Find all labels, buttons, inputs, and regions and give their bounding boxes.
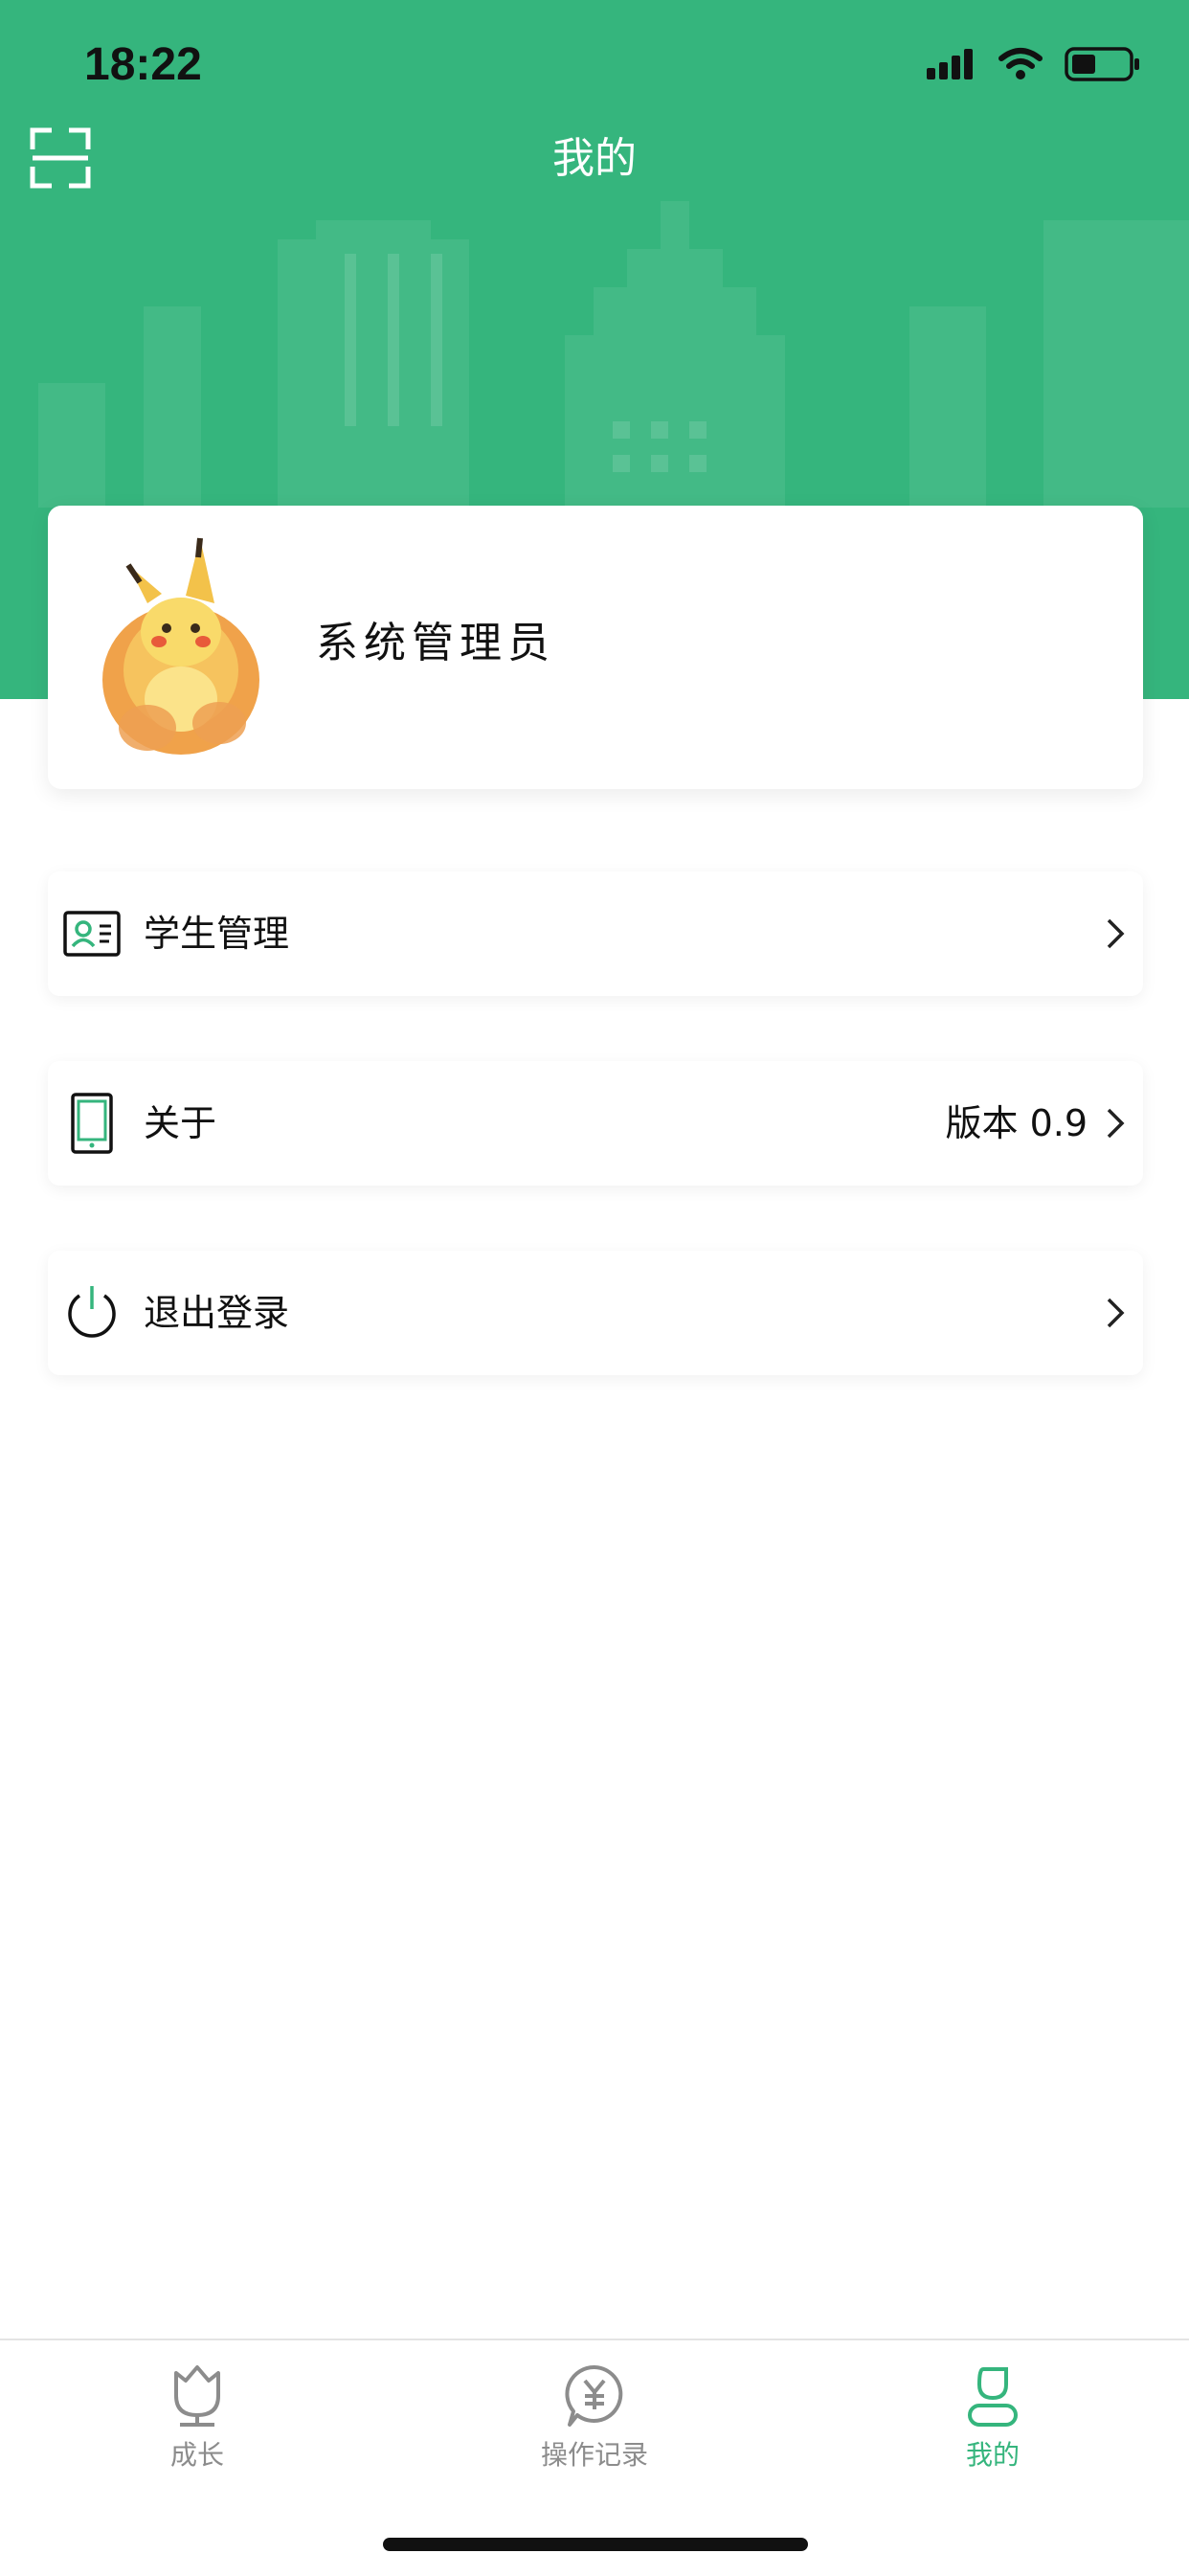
chevron-right-icon (1107, 1108, 1125, 1139)
version-text: 版本 0.9 (945, 1102, 1088, 1144)
person-icon (968, 2367, 1018, 2427)
phone-icon (71, 1093, 113, 1154)
tulip-icon (174, 2365, 220, 2427)
tab-mine[interactable]: 我的 (878, 2361, 1108, 2496)
menu-item-logout[interactable]: 退出登录 (48, 1251, 1143, 1375)
menu-item-student-management[interactable]: 学生管理 (48, 871, 1143, 996)
tab-growth[interactable]: 成长 (82, 2361, 312, 2496)
profile-name: 系统管理员 (316, 619, 555, 667)
yen-bubble-icon (565, 2364, 623, 2427)
page-title: 我的 (552, 134, 637, 183)
status-time: 18:22 (84, 39, 202, 90)
avatar (102, 537, 259, 755)
tab-label: 我的 (965, 2439, 1020, 2471)
battery-icon (1065, 47, 1139, 81)
tab-label: 成长 (169, 2439, 224, 2471)
menu-label: 关于 (144, 1102, 217, 1144)
student-card-icon (63, 911, 121, 957)
cellular-signal-icon (927, 49, 973, 79)
chevron-right-icon (1107, 918, 1125, 949)
status-icons (927, 46, 1141, 82)
tab-label: 操作记录 (540, 2439, 648, 2471)
menu-item-about[interactable]: 关于 版本 0.9 (48, 1061, 1143, 1186)
tab-operation-records[interactable]: 操作记录 (480, 2361, 709, 2496)
menu-label: 学生管理 (144, 913, 290, 955)
chevron-right-icon (1107, 1298, 1125, 1328)
profile-card[interactable]: 系统管理员 (48, 506, 1143, 789)
power-icon (68, 1286, 116, 1338)
home-indicator (383, 2538, 808, 2551)
menu-label: 退出登录 (144, 1292, 290, 1334)
wifi-icon (998, 48, 1043, 79)
